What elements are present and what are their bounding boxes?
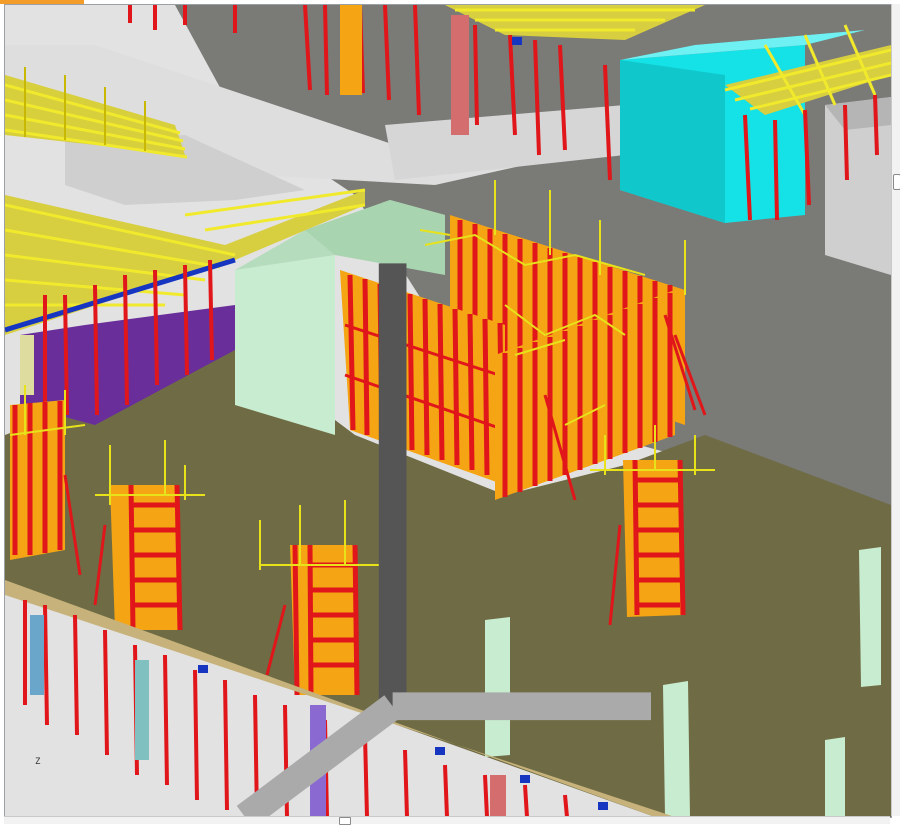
model-viewport[interactable]: Z (4, 4, 892, 818)
axis-triad-icon (236, 263, 651, 817)
horizontal-scroll-thumb[interactable] (339, 817, 351, 825)
vertical-scroll-thumb[interactable] (893, 174, 900, 190)
axis-z-label: Z (35, 757, 41, 767)
vertical-scrollbar[interactable] (891, 4, 900, 816)
